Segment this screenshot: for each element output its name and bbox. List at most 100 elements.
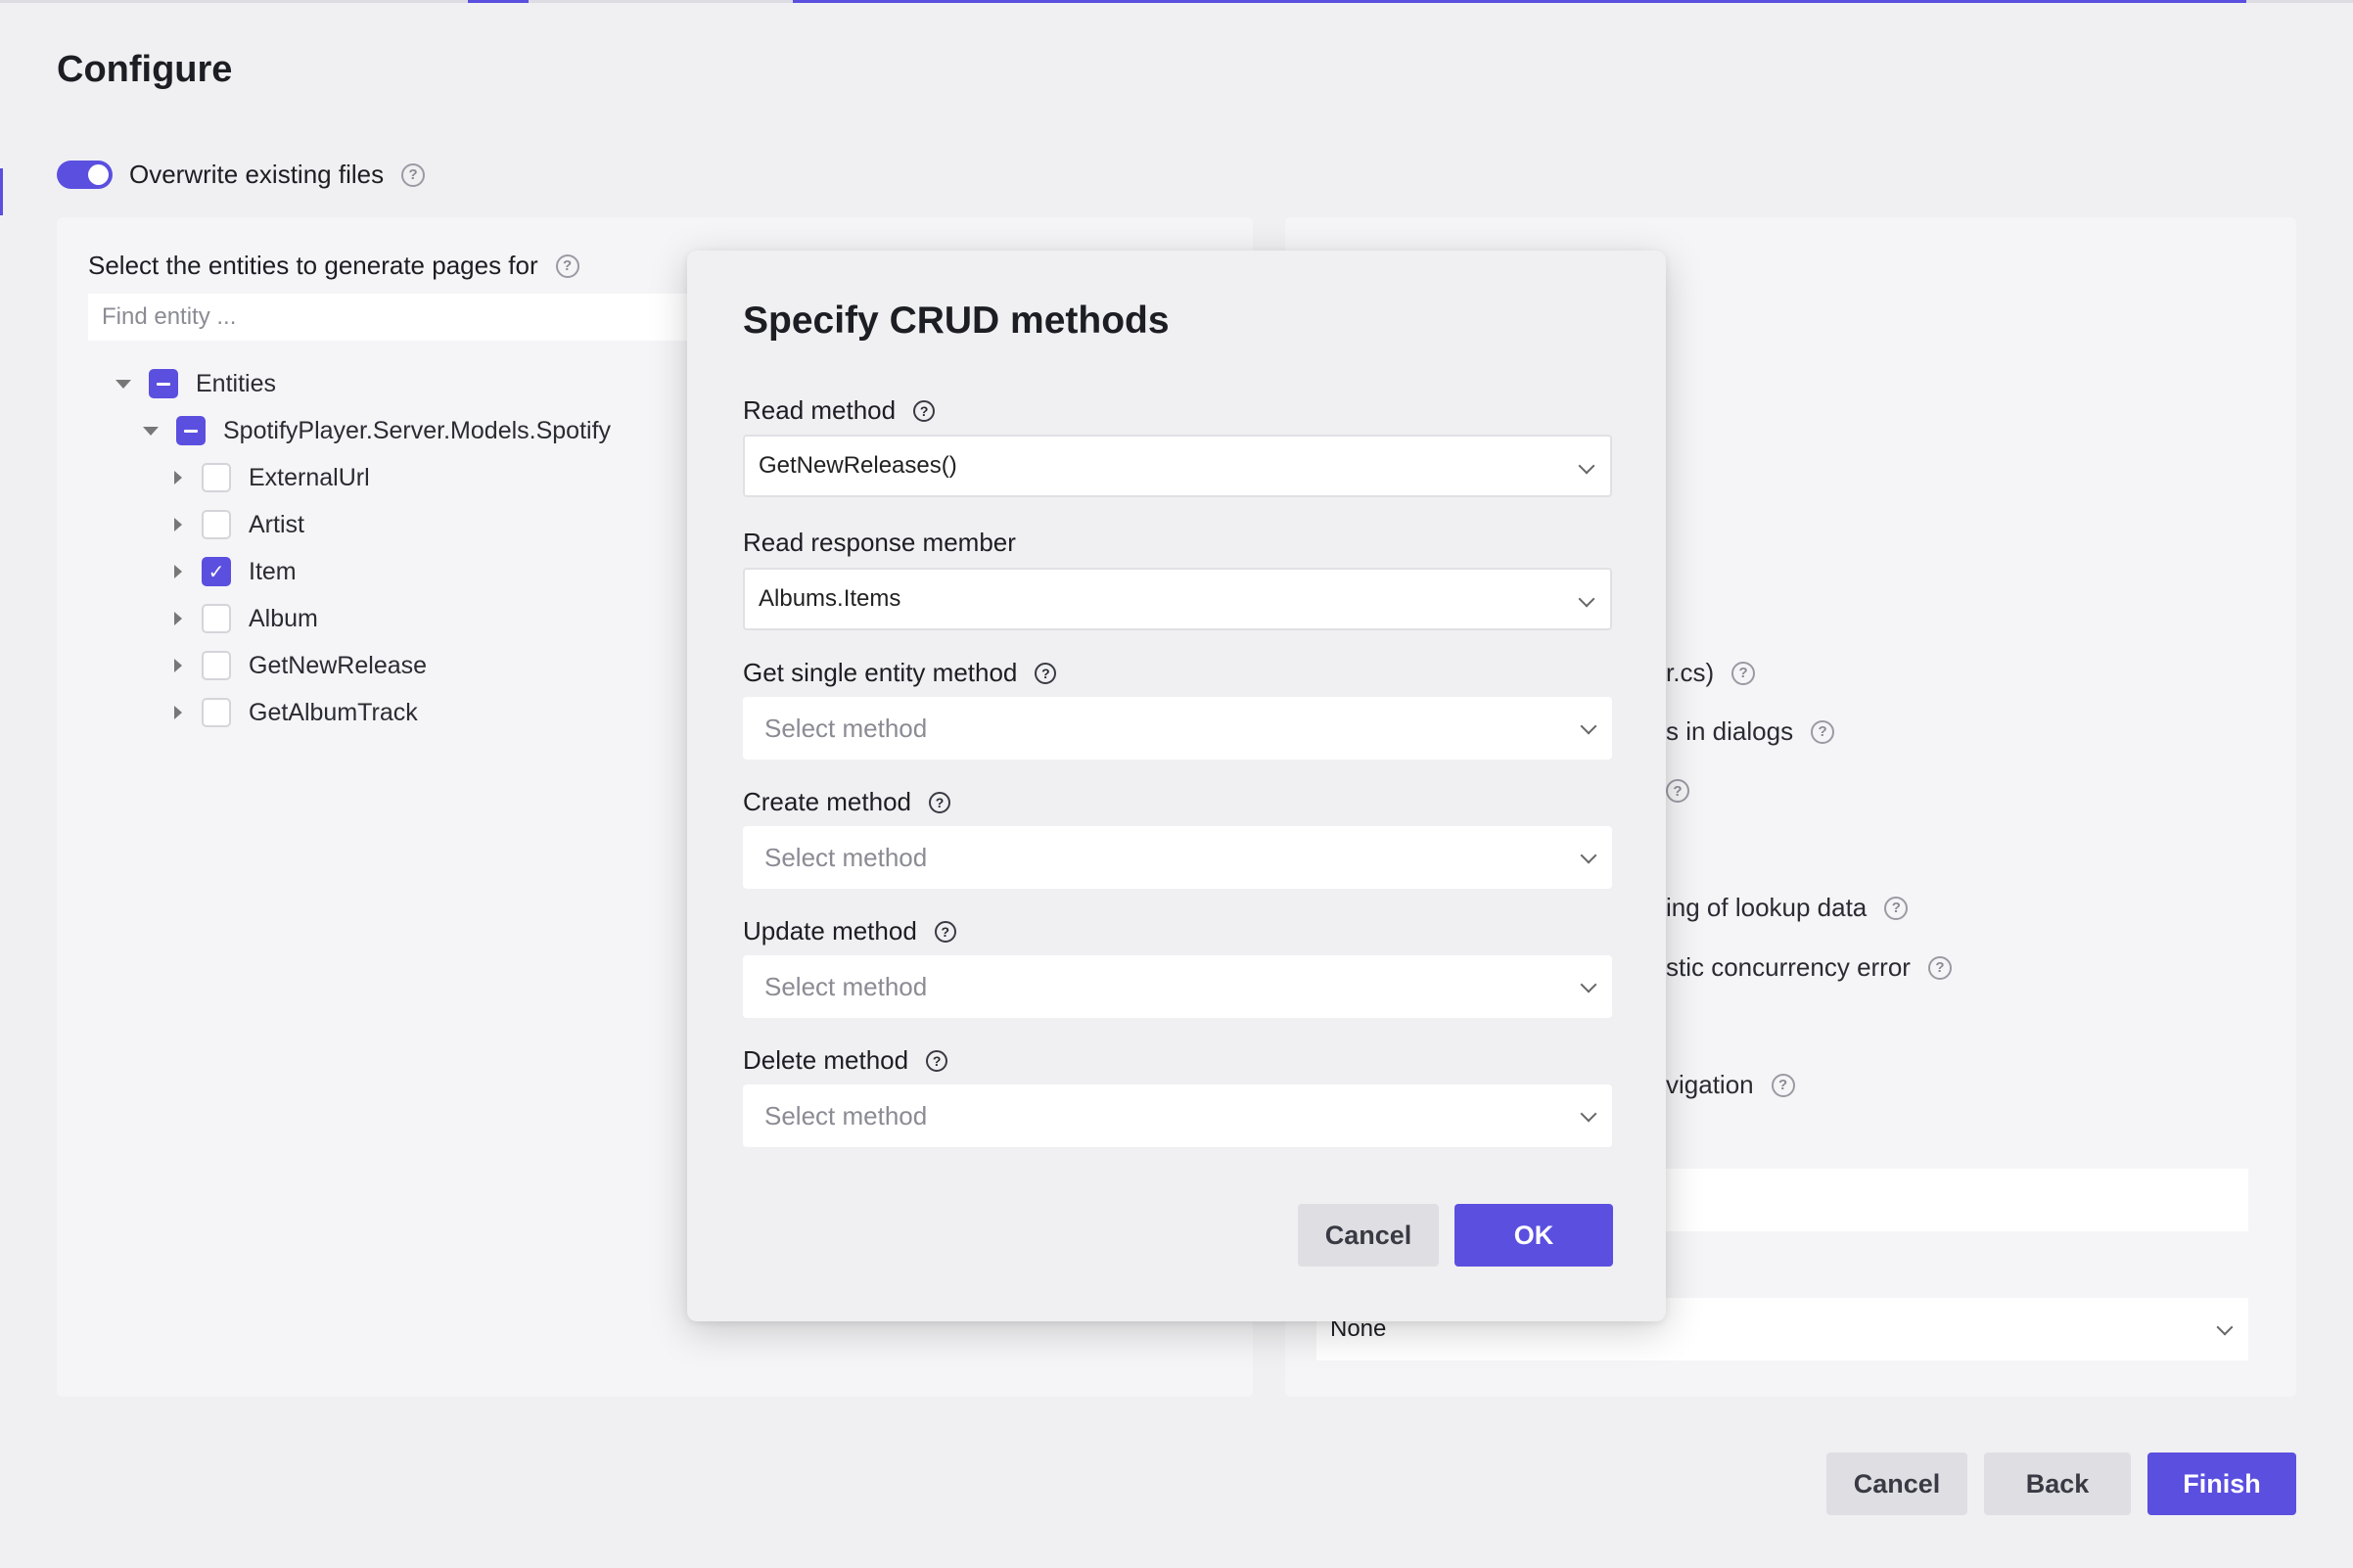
select-placeholder: Select method bbox=[764, 971, 928, 1001]
finish-button[interactable]: Finish bbox=[2147, 1453, 2296, 1515]
caret-right-icon[interactable] bbox=[174, 471, 182, 484]
single-entity-label: Get single entity method ? bbox=[743, 658, 1057, 688]
help-icon[interactable]: ? bbox=[1731, 661, 1756, 685]
caret-right-icon[interactable] bbox=[174, 612, 182, 625]
select-placeholder: Select method bbox=[764, 842, 928, 872]
entities-heading: Select the entities to generate pages fo… bbox=[88, 251, 579, 281]
overwrite-row: Overwrite existing files ? bbox=[57, 160, 426, 190]
dialog-cancel-button[interactable]: Cancel bbox=[1298, 1204, 1439, 1267]
chevron-down-icon bbox=[1580, 976, 1597, 993]
help-icon[interactable]: ? bbox=[1666, 779, 1689, 803]
dialog-ok-button[interactable]: OK bbox=[1454, 1204, 1613, 1267]
chevron-down-icon bbox=[1580, 1105, 1597, 1123]
tree-label: SpotifyPlayer.Server.Models.Spotify bbox=[223, 416, 612, 444]
progress-segment bbox=[793, 0, 2246, 3]
tree-row-item[interactable]: ✓ Item bbox=[115, 548, 611, 595]
read-response-label: Read response member bbox=[743, 528, 1016, 558]
tree-row-item[interactable]: GetAlbumTrack bbox=[115, 689, 611, 736]
entity-tree: Entities SpotifyPlayer.Server.Models.Spo… bbox=[115, 360, 611, 736]
help-icon[interactable]: ? bbox=[1771, 1073, 1795, 1097]
delete-method-select[interactable]: Select method bbox=[743, 1084, 1612, 1147]
item-checkbox[interactable] bbox=[202, 651, 231, 680]
help-icon[interactable]: ? bbox=[1884, 896, 1909, 920]
option-label: s in dialogs bbox=[1666, 716, 1794, 746]
dialog-title: Specify CRUD methods bbox=[743, 300, 1170, 342]
progress-segment bbox=[468, 0, 529, 3]
select-value: GetNewReleases() bbox=[759, 452, 957, 479]
tree-row-item[interactable]: GetNewRelease bbox=[115, 642, 611, 689]
help-icon[interactable]: ? bbox=[934, 920, 956, 943]
back-button[interactable]: Back bbox=[1984, 1453, 2131, 1515]
chevron-down-icon bbox=[2216, 1318, 2234, 1336]
field-label-text: Get single entity method bbox=[743, 658, 1018, 687]
option-row[interactable]: ing of lookup data ? bbox=[1666, 893, 1909, 923]
checkmark-icon: ✓ bbox=[208, 561, 225, 583]
item-checkbox[interactable] bbox=[202, 463, 231, 492]
tree-label: Item bbox=[249, 557, 297, 585]
caret-down-icon[interactable] bbox=[115, 379, 131, 389]
tree-label: GetNewRelease bbox=[249, 651, 428, 679]
entities-heading-text: Select the entities to generate pages fo… bbox=[88, 251, 538, 280]
help-icon[interactable]: ? bbox=[1811, 719, 1835, 744]
option-row[interactable]: r.cs) ? bbox=[1666, 658, 1756, 688]
namespace-checkbox[interactable] bbox=[176, 416, 206, 445]
help-icon[interactable]: ? bbox=[401, 162, 426, 187]
tree-label: Artist bbox=[249, 510, 304, 538]
tree-row-entities[interactable]: Entities bbox=[115, 360, 611, 407]
caret-right-icon[interactable] bbox=[174, 565, 182, 578]
tree-label: Album bbox=[249, 604, 318, 632]
option-label: r.cs) bbox=[1666, 658, 1715, 687]
entities-checkbox[interactable] bbox=[149, 369, 178, 398]
tree-row-item[interactable]: Album bbox=[115, 595, 611, 642]
tree-label: GetAlbumTrack bbox=[249, 698, 418, 726]
caret-right-icon[interactable] bbox=[174, 659, 182, 672]
create-method-label: Create method ? bbox=[743, 787, 950, 817]
item-checkbox[interactable] bbox=[202, 510, 231, 539]
caret-down-icon[interactable] bbox=[143, 426, 159, 436]
field-label-text: Create method bbox=[743, 787, 911, 816]
option-row[interactable]: s in dialogs ? bbox=[1666, 716, 1835, 747]
cancel-button[interactable]: Cancel bbox=[1826, 1453, 1967, 1515]
single-entity-select[interactable]: Select method bbox=[743, 697, 1612, 760]
caret-right-icon[interactable] bbox=[174, 706, 182, 719]
tree-row-item[interactable]: ExternalUrl bbox=[115, 454, 611, 501]
field-label-text: Read response member bbox=[743, 528, 1016, 557]
option-row[interactable]: stic concurrency error ? bbox=[1666, 952, 1952, 983]
top-progress-line bbox=[0, 0, 2353, 3]
help-icon[interactable]: ? bbox=[926, 1049, 948, 1072]
tree-row-namespace[interactable]: SpotifyPlayer.Server.Models.Spotify bbox=[115, 407, 611, 454]
field-label-text: Read method bbox=[743, 395, 897, 425]
item-checkbox[interactable] bbox=[202, 604, 231, 633]
option-row[interactable]: vigation ? bbox=[1666, 1070, 1795, 1100]
page-title: Configure bbox=[57, 49, 233, 90]
help-icon[interactable]: ? bbox=[1927, 955, 1952, 980]
help-icon[interactable]: ? bbox=[1035, 662, 1057, 684]
caret-right-icon[interactable] bbox=[174, 518, 182, 531]
create-method-select[interactable]: Select method bbox=[743, 826, 1612, 889]
tree-row-item[interactable]: Artist bbox=[115, 501, 611, 548]
tree-label: Entities bbox=[196, 369, 276, 397]
option-label: vigation bbox=[1666, 1070, 1754, 1099]
field-label-text: Update method bbox=[743, 916, 917, 945]
item-checkbox[interactable]: ✓ bbox=[202, 557, 231, 586]
help-icon[interactable]: ? bbox=[928, 791, 950, 813]
update-method-select[interactable]: Select method bbox=[743, 955, 1612, 1018]
crud-methods-dialog: Specify CRUD methods Read method ? GetNe… bbox=[687, 251, 1666, 1321]
option-label: stic concurrency error bbox=[1666, 952, 1911, 982]
overwrite-toggle[interactable] bbox=[57, 161, 113, 189]
field-label-text: Delete method bbox=[743, 1045, 909, 1075]
select-value: Albums.Items bbox=[759, 585, 901, 612]
tree-label: ExternalUrl bbox=[249, 463, 370, 491]
read-response-select[interactable]: Albums.Items bbox=[743, 568, 1612, 630]
left-edge-marker bbox=[0, 168, 3, 215]
chevron-down-icon bbox=[1580, 847, 1597, 864]
select-placeholder: Select method bbox=[764, 1100, 928, 1130]
help-icon[interactable]: ? bbox=[913, 399, 936, 422]
read-method-select[interactable]: GetNewReleases() bbox=[743, 435, 1612, 497]
read-method-label: Read method ? bbox=[743, 395, 936, 426]
option-row[interactable]: ? bbox=[1666, 779, 1689, 803]
toggle-knob bbox=[88, 164, 109, 185]
item-checkbox[interactable] bbox=[202, 698, 231, 727]
help-icon[interactable]: ? bbox=[555, 254, 579, 278]
chevron-down-icon bbox=[1578, 457, 1595, 475]
